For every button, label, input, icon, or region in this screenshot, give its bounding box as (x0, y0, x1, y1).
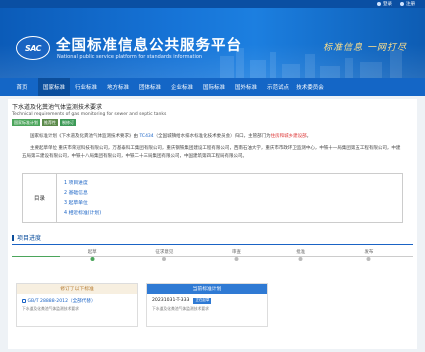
toc-item-basic-info[interactable]: 2 基础信息 (64, 189, 101, 199)
page-title: 下水道及化粪池气体监测技术要求 (12, 104, 103, 111)
nav-item[interactable]: 国际标准 (198, 78, 230, 96)
register-link[interactable]: 注册 (400, 1, 415, 7)
current-plan-box: 当前标准计划 20231031-T-333 正在起草 下水道及化粪池气体监测技术… (146, 282, 268, 327)
site-slogan: 标准信息 一网打尽 (323, 43, 407, 53)
nav-item[interactable]: 技术委员会 (294, 78, 326, 96)
status-badge: 正在起草 (193, 297, 212, 304)
toc-item-drafters[interactable]: 3 起草单位 (64, 199, 101, 209)
nav-item[interactable]: 团体标准 (134, 78, 166, 96)
section-marker (12, 234, 14, 241)
section-divider (12, 244, 413, 245)
step-publish: 发布 (364, 249, 373, 261)
timeline-track (12, 255, 413, 257)
status-badge: 推荐性 (42, 119, 58, 126)
current-plan-code: 20231031-T-333 正在起草 (152, 297, 212, 304)
sac-logo[interactable]: SAC (16, 36, 50, 60)
current-plan-head: 当前标准计划 (147, 283, 267, 294)
toc-item-progress[interactable]: 1 项目进度 (64, 179, 101, 189)
dept-link[interactable]: 住房和城乡建设部 (271, 134, 307, 139)
tc-link[interactable]: TC434 (139, 134, 153, 139)
site-header: SAC 全国标准信息公共服务平台 National public service… (0, 8, 425, 78)
standard-description: 国家标准计划《下水道及化粪池气体监测技术要求》由 TC434（全国城镇给水排水标… (30, 134, 312, 139)
register-icon (400, 2, 404, 6)
toc-item-related[interactable]: 4 相近标准(计划) (64, 209, 101, 219)
nav-item[interactable]: 国外标准 (230, 78, 262, 96)
top-utility-bar: 登录 注册 (0, 0, 425, 8)
site-title: 全国标准信息公共服务平台 (56, 38, 242, 54)
status-badge: 制修订 (60, 119, 76, 126)
current-plan-caption: 下水道及化粪池气体监测技术要求 (152, 305, 209, 311)
replaced-standard-caption: 下水道及化粪池气体监测技术要求 (22, 305, 79, 311)
standard-detail-card: 下水道及化粪池气体监测技术要求 Technical requirements o… (8, 99, 417, 349)
step-review: 审查 (232, 249, 241, 261)
progress-timeline: 起草 征求意见 审查 批准 发布 (12, 249, 413, 269)
step-approve: 批准 (296, 249, 305, 261)
step-comment: 征求意见 (155, 249, 173, 261)
user-icon (377, 2, 381, 6)
timeline-progress (12, 255, 61, 257)
table-of-contents: 目录 1 项目进度 2 基础信息 3 起草单位 4 相近标准(计划) (22, 173, 403, 223)
replaced-standard-link[interactable]: GB/T 28888-2012（全部代替） (22, 298, 132, 304)
progress-section-title: 项目进度 (12, 233, 413, 242)
replaced-standard-box: 修订了以下标准 GB/T 28888-2012（全部代替） 下水道及化粪池气体监… (16, 282, 138, 327)
replaced-standard-head: 修订了以下标准 (17, 283, 137, 294)
standard-relations: 修订了以下标准 GB/T 28888-2012（全部代替） 下水道及化粪池气体监… (12, 282, 413, 327)
nav-item[interactable]: 行业标准 (70, 78, 102, 96)
site-subtitle: National public service platform for sta… (57, 54, 203, 60)
toc-label: 目录 (23, 174, 57, 222)
page-title-en: Technical requirements of gas monitoring… (12, 112, 167, 117)
status-badge: 国家标准计划 (12, 119, 40, 126)
drafting-units: 主要起草单位 重庆市荣冠科技有限公司，万基泰科工集团有限公司，重庆钢铁集团建设工… (22, 146, 401, 159)
main-nav: 首页 国家标准 行业标准 地方标准 团体标准 企业标准 国际标准 国外标准 示范试点 技术委员会 (0, 78, 425, 96)
nav-item[interactable]: 首页 (6, 78, 38, 96)
nav-item[interactable]: 国家标准 (38, 78, 70, 96)
nav-item[interactable]: 地方标准 (102, 78, 134, 96)
nav-item[interactable]: 示范试点 (262, 78, 294, 96)
step-draft: 起草 (88, 249, 97, 261)
status-badges: 国家标准计划 推荐性 制修订 (12, 119, 413, 126)
link-icon (22, 299, 26, 303)
login-link[interactable]: 登录 (377, 1, 392, 7)
nav-item[interactable]: 企业标准 (166, 78, 198, 96)
